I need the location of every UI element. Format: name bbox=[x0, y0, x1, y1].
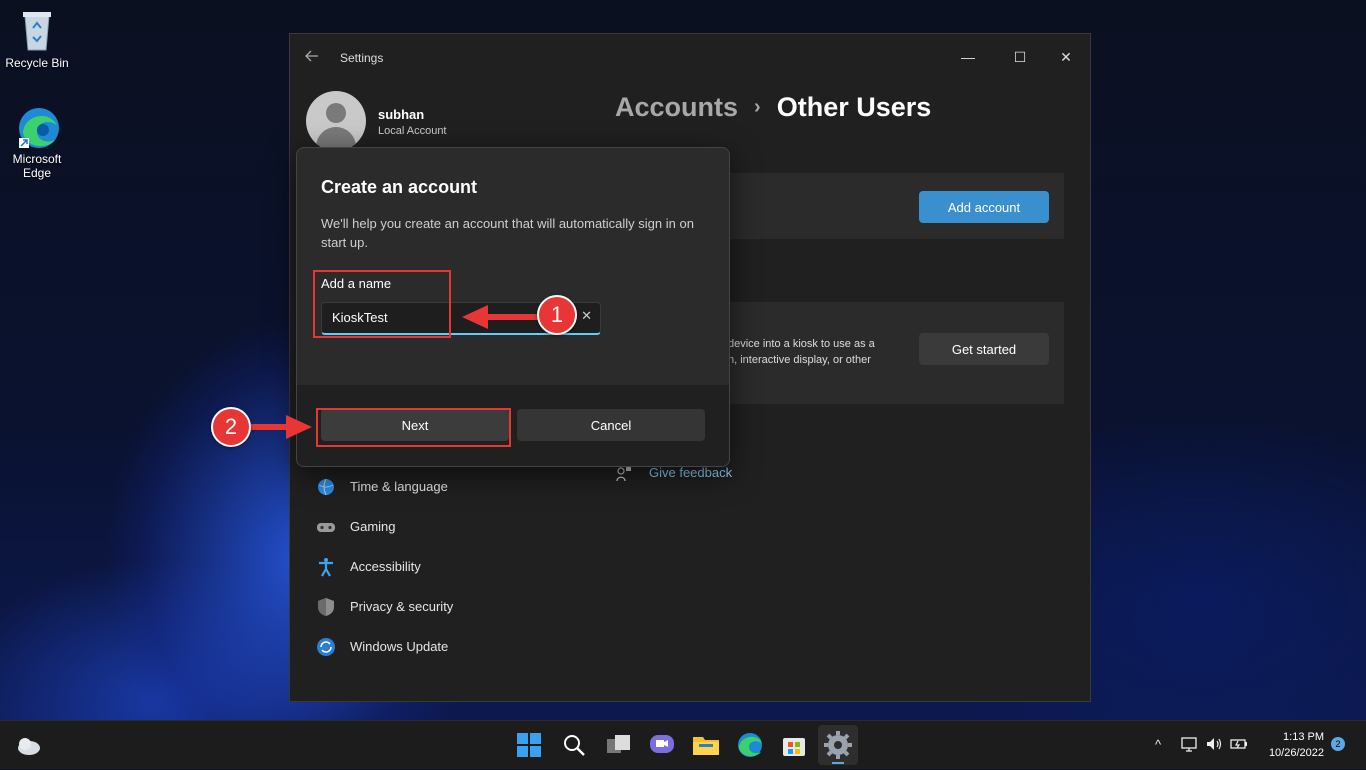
feedback-icon bbox=[616, 466, 632, 482]
arrow-right-icon bbox=[248, 415, 312, 439]
search-icon[interactable] bbox=[559, 730, 589, 760]
task-view-icon[interactable] bbox=[604, 730, 634, 760]
sidebar-item-label: Gaming bbox=[350, 519, 396, 534]
edge-taskbar-icon[interactable] bbox=[735, 730, 765, 760]
title-bar: Settings — ☐ ✕ bbox=[290, 34, 1090, 82]
avatar bbox=[306, 91, 366, 151]
sidebar-item-label: Windows Update bbox=[350, 639, 449, 654]
cancel-button[interactable]: Cancel bbox=[517, 409, 705, 441]
close-button[interactable]: ✕ bbox=[1043, 42, 1089, 72]
recycle-bin-icon bbox=[17, 8, 57, 52]
kiosk-line-2: n, interactive display, or other bbox=[728, 354, 871, 366]
desktop-icon-recycle-bin[interactable]: Recycle Bin bbox=[1, 8, 73, 70]
weather-icon[interactable] bbox=[14, 730, 44, 760]
sidebar-item-label: Time & language bbox=[350, 479, 448, 494]
desktop-icon-edge[interactable]: Microsoft Edge bbox=[1, 104, 73, 180]
shield-icon bbox=[316, 597, 336, 617]
dialog-description: We'll help you create an account that wi… bbox=[321, 216, 694, 250]
maximize-button[interactable]: ☐ bbox=[997, 42, 1043, 72]
start-icon[interactable] bbox=[514, 730, 544, 760]
kiosk-description: device into a kiosk to use as a n, inter… bbox=[728, 336, 875, 368]
breadcrumb-parent[interactable]: Accounts bbox=[615, 92, 738, 122]
volume-icon[interactable] bbox=[1205, 735, 1223, 756]
update-icon bbox=[316, 637, 336, 657]
sidebar-item-label: Accessibility bbox=[350, 559, 421, 574]
accessibility-icon bbox=[316, 557, 336, 577]
breadcrumb: Accounts › Other Users bbox=[615, 92, 931, 123]
recycle-bin-label: Recycle Bin bbox=[5, 56, 69, 70]
kiosk-line-1: device into a kiosk to use as a bbox=[728, 338, 875, 350]
gamepad-icon bbox=[316, 517, 336, 537]
edge-label: Microsoft Edge bbox=[12, 152, 62, 180]
battery-icon[interactable] bbox=[1230, 735, 1248, 756]
next-button-highlight bbox=[316, 408, 511, 447]
edge-icon bbox=[17, 104, 59, 148]
clock-time: 1:13 PM bbox=[1283, 731, 1324, 743]
step-2-badge: 2 bbox=[211, 407, 251, 447]
back-arrow-icon[interactable] bbox=[304, 48, 324, 68]
name-field-highlight bbox=[313, 270, 451, 338]
notification-badge[interactable]: 2 bbox=[1331, 737, 1345, 751]
dialog-title: Create an account bbox=[321, 177, 478, 197]
give-feedback-link[interactable]: Give feedback bbox=[649, 465, 732, 480]
get-started-button[interactable]: Get started bbox=[919, 333, 1049, 365]
tray-chevron-icon[interactable]: ^ bbox=[1155, 737, 1161, 752]
step-1-badge: 1 bbox=[537, 295, 577, 335]
page-title: Other Users bbox=[776, 92, 932, 122]
taskbar: ^ 1:13 PM 10/26/2022 2 bbox=[0, 720, 1366, 769]
arrow-left-icon bbox=[462, 305, 544, 329]
user-name: subhan bbox=[378, 107, 425, 122]
system-clock[interactable]: 1:13 PM 10/26/2022 bbox=[1258, 729, 1324, 761]
network-icon[interactable] bbox=[1180, 735, 1198, 756]
file-explorer-icon[interactable] bbox=[691, 730, 721, 760]
store-icon[interactable] bbox=[779, 730, 809, 760]
globe-clock-icon bbox=[316, 477, 336, 497]
chevron-right-icon: › bbox=[754, 96, 761, 118]
chat-icon[interactable] bbox=[647, 730, 677, 760]
minimize-button[interactable]: — bbox=[945, 42, 991, 72]
user-account-type: Local Account bbox=[378, 125, 447, 137]
clock-date: 10/26/2022 bbox=[1268, 747, 1324, 759]
sidebar-item-label: Privacy & security bbox=[350, 599, 454, 614]
clear-icon[interactable]: ✕ bbox=[581, 308, 592, 324]
add-account-button[interactable]: Add account bbox=[919, 191, 1049, 223]
settings-taskbar-icon[interactable] bbox=[818, 725, 858, 765]
app-title: Settings bbox=[340, 51, 384, 65]
